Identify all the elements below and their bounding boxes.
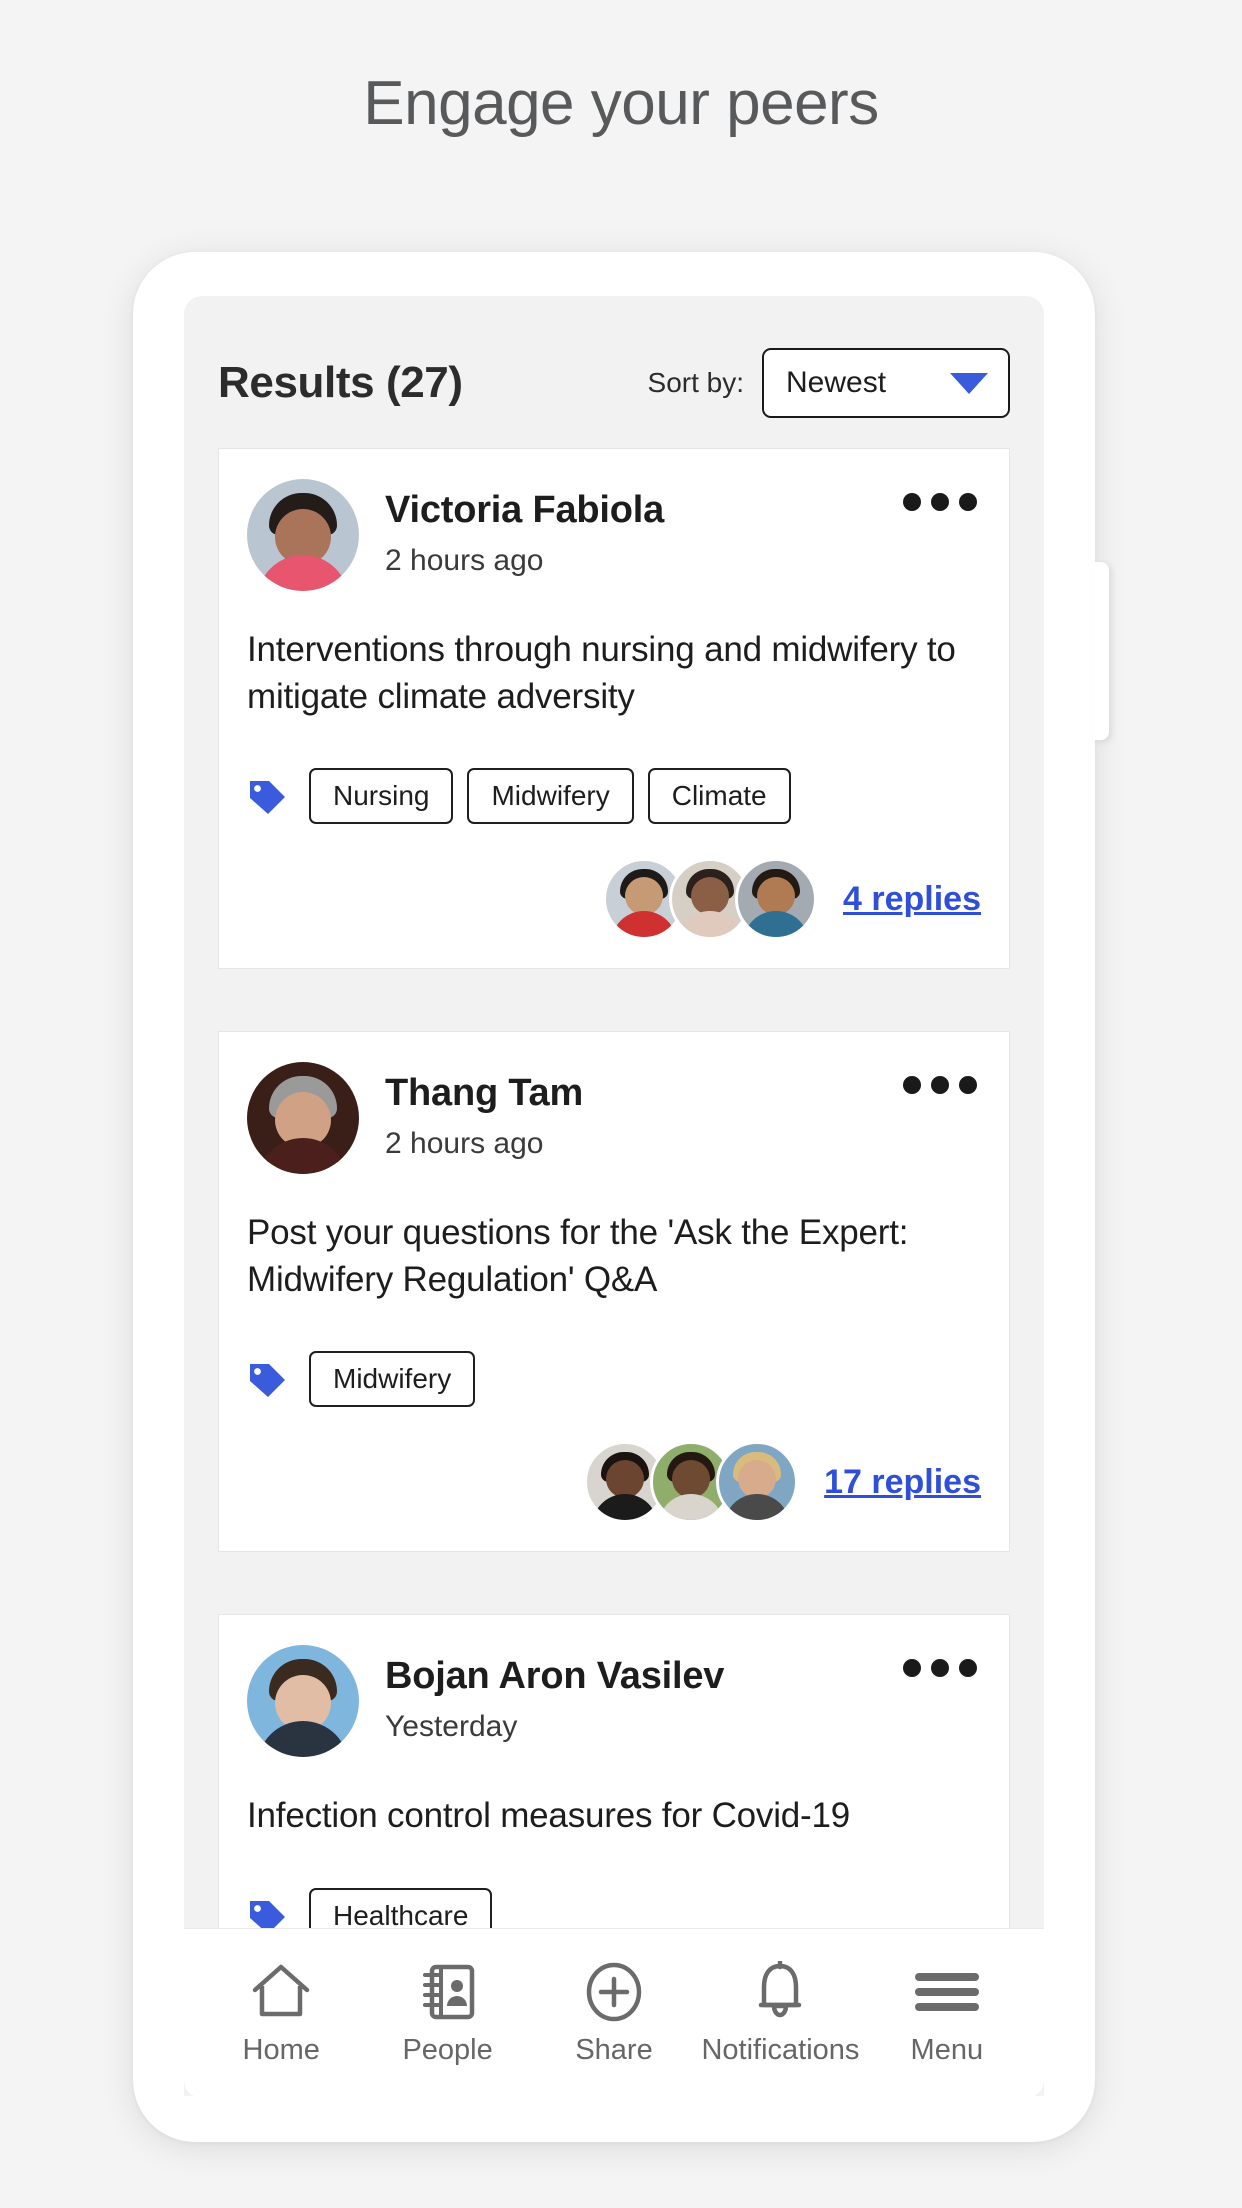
tag-chip[interactable]: Midwifery <box>309 1351 476 1408</box>
plus-circle-icon <box>584 1960 644 2024</box>
bottom-navigation-bar: Home People Share Notifications Menu <box>184 1928 1044 2098</box>
phone-frame: Results (27) Sort by: Newest Victoria Fa… <box>133 252 1109 2142</box>
sort-control: Sort by: Newest <box>648 348 1010 418</box>
nav-label: Home <box>242 2034 320 2066</box>
page-title: Engage your peers <box>363 69 879 138</box>
post-author: Victoria Fabiola <box>385 489 665 531</box>
tag-row: Nursing Midwifery Climate <box>247 768 981 825</box>
app-screen: Results (27) Sort by: Newest Victoria Fa… <box>184 296 1044 2096</box>
post-author: Bojan Aron Vasilev <box>385 1655 725 1698</box>
post-body: Interventions through nursing and midwif… <box>247 630 956 716</box>
post-timestamp: Yesterday <box>385 1710 518 1744</box>
post-timestamp: 2 hours ago <box>385 1127 544 1161</box>
avatar <box>247 1062 359 1175</box>
tag-chip[interactable]: Climate <box>647 768 791 825</box>
chevron-down-icon <box>950 372 988 394</box>
post-header: Thang Tam 2 hours ago <box>247 1062 981 1175</box>
replies-row: 4 replies <box>247 858 981 941</box>
sort-selected-value: Newest <box>786 366 887 399</box>
nav-item-people[interactable]: People <box>364 1960 530 2067</box>
post-header: Victoria Fabiola 2 hours ago <box>247 479 981 591</box>
post-meta: Victoria Fabiola 2 hours ago <box>385 479 664 578</box>
replies-link[interactable]: 17 replies <box>824 1463 981 1502</box>
tag-icon <box>247 1359 287 1399</box>
post-feed: Victoria Fabiola 2 hours ago Interventio… <box>184 448 1044 1973</box>
reply-avatar-stack <box>603 858 818 941</box>
sort-by-label: Sort by: <box>647 367 744 398</box>
post-meta: Bojan Aron Vasilev Yesterday <box>385 1645 724 1744</box>
post-card[interactable]: Victoria Fabiola 2 hours ago Interventio… <box>218 448 1010 970</box>
bell-icon <box>752 1960 808 2024</box>
avatar <box>247 1645 359 1758</box>
nav-label: Notifications <box>701 2034 860 2066</box>
nav-label: People <box>402 2034 493 2066</box>
post-header: Bojan Aron Vasilev Yesterday <box>247 1645 981 1758</box>
nav-item-home[interactable]: Home <box>198 1960 364 2067</box>
results-count-title: Results (27) <box>218 358 463 407</box>
more-options-icon[interactable] <box>903 1659 977 1678</box>
tag-chip[interactable]: Nursing <box>309 768 454 825</box>
tag-icon <box>247 776 287 816</box>
avatar <box>247 479 359 591</box>
replies-row: 17 replies <box>247 1441 981 1524</box>
nav-label: Share <box>575 2034 653 2066</box>
nav-item-share[interactable]: Share <box>531 1960 697 2067</box>
reply-avatar-stack <box>584 1441 799 1524</box>
post-body: Infection control measures for Covid-19 <box>247 1796 851 1836</box>
post-meta: Thang Tam 2 hours ago <box>385 1062 583 1161</box>
phone-side-button[interactable] <box>1093 562 1109 740</box>
home-icon <box>250 1960 312 2024</box>
post-card[interactable]: Thang Tam 2 hours ago Post your question… <box>218 1031 1010 1553</box>
results-header: Results (27) Sort by: Newest <box>184 296 1044 448</box>
nav-item-notifications[interactable]: Notifications <box>697 1960 863 2067</box>
post-timestamp: 2 hours ago <box>385 544 544 577</box>
contacts-book-icon <box>419 1960 477 2024</box>
avatar <box>716 1441 799 1524</box>
more-options-icon[interactable] <box>903 1076 977 1095</box>
nav-label: Menu <box>910 2034 984 2066</box>
tag-chip[interactable]: Midwifery <box>467 768 634 825</box>
replies-link[interactable]: 4 replies <box>843 880 981 919</box>
post-author: Thang Tam <box>385 1072 584 1115</box>
post-card[interactable]: Bojan Aron Vasilev Yesterday Infection c… <box>218 1614 1010 1973</box>
nav-item-menu[interactable]: Menu <box>864 1960 1030 2067</box>
sort-dropdown[interactable]: Newest <box>762 348 1010 418</box>
more-options-icon[interactable] <box>903 493 977 511</box>
tag-row: Midwifery <box>247 1351 981 1408</box>
post-body: Post your questions for the 'Ask the Exp… <box>247 1213 909 1299</box>
hamburger-menu-icon <box>914 1960 980 2024</box>
avatar <box>735 858 818 941</box>
